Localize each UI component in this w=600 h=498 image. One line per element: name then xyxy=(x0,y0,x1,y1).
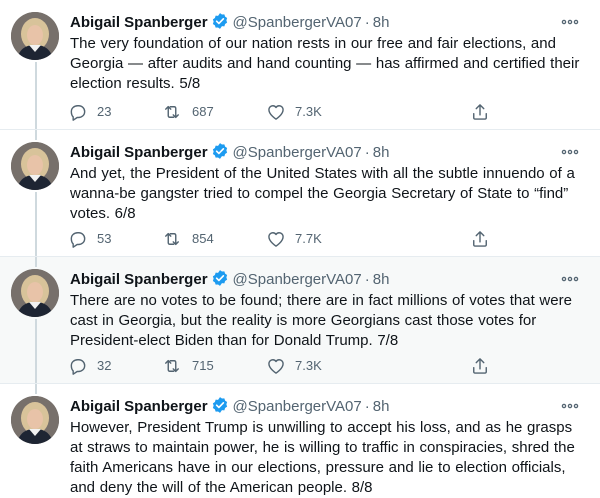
like-count: 7.7K xyxy=(295,231,322,246)
reply-button[interactable]: 53 xyxy=(68,228,111,250)
retweet-count: 715 xyxy=(192,358,214,373)
tweet[interactable]: Abigail Spanberger @SpanbergerVA07 · 8h The… xyxy=(0,0,600,130)
thread-connector-line xyxy=(35,62,37,130)
tweet-header: Abigail Spanberger @SpanbergerVA07 · 8h xyxy=(70,142,588,162)
like-count: 7.3K xyxy=(295,104,322,119)
author-handle[interactable]: @SpanbergerVA07 xyxy=(233,14,362,31)
tweet-header: Abigail Spanberger @SpanbergerVA07 · 8h xyxy=(70,12,588,32)
reply-button[interactable]: 32 xyxy=(68,355,111,377)
more-icon[interactable] xyxy=(560,142,580,162)
retweet-count: 687 xyxy=(192,104,214,119)
reply-button[interactable]: 23 xyxy=(68,101,111,123)
thread-connector-line xyxy=(35,192,37,257)
tweet-text: However, President Trump is unwilling to… xyxy=(70,419,575,496)
tweet-actions: 23 687 7.3K xyxy=(68,101,508,123)
tweet-text: And yet, the President of the United Sta… xyxy=(70,165,575,222)
reply-icon xyxy=(70,105,86,121)
avatar[interactable] xyxy=(11,269,59,317)
author-name[interactable]: Abigail Spanberger xyxy=(70,398,208,415)
more-icon[interactable] xyxy=(560,269,580,289)
author-name[interactable]: Abigail Spanberger xyxy=(70,271,208,288)
verified-badge-icon xyxy=(211,142,229,166)
timestamp[interactable]: 8h xyxy=(373,14,390,31)
author-handle[interactable]: @SpanbergerVA07 xyxy=(233,398,362,415)
verified-badge-icon xyxy=(211,269,229,293)
author-name[interactable]: Abigail Spanberger xyxy=(70,144,208,161)
separator-dot: · xyxy=(364,144,370,161)
avatar-image xyxy=(11,396,59,444)
share-button[interactable] xyxy=(470,101,490,123)
avatar-image xyxy=(11,142,59,190)
like-button[interactable]: 7.3K xyxy=(266,101,322,123)
tweet-text: There are no votes to be found; there ar… xyxy=(70,292,572,349)
separator-dot: · xyxy=(364,271,370,288)
avatar[interactable] xyxy=(11,396,59,444)
thread-connector-line xyxy=(35,257,37,267)
retweet-button[interactable]: 715 xyxy=(161,355,214,377)
tweet[interactable]: Abigail Spanberger @SpanbergerVA07 · 8h How… xyxy=(0,384,600,498)
share-icon xyxy=(473,358,487,374)
separator-dot: · xyxy=(364,398,370,415)
thread-connector-line xyxy=(35,319,37,384)
timestamp[interactable]: 8h xyxy=(373,144,390,161)
like-count: 7.3K xyxy=(295,358,322,373)
share-button[interactable] xyxy=(470,228,490,250)
author-handle[interactable]: @SpanbergerVA07 xyxy=(233,144,362,161)
like-button[interactable]: 7.7K xyxy=(266,228,322,250)
retweet-button[interactable]: 854 xyxy=(161,228,214,250)
thread-connector-line xyxy=(35,384,37,394)
tweet-thread: Abigail Spanberger @SpanbergerVA07 · 8h The… xyxy=(0,0,600,498)
avatar-image xyxy=(11,12,59,60)
share-button[interactable] xyxy=(470,355,490,377)
reply-count: 32 xyxy=(97,358,112,373)
timestamp[interactable]: 8h xyxy=(373,271,390,288)
share-icon xyxy=(473,104,487,120)
retweet-button[interactable]: 687 xyxy=(161,101,214,123)
avatar[interactable] xyxy=(11,12,59,60)
share-icon xyxy=(473,231,487,247)
tweet[interactable]: Abigail Spanberger @SpanbergerVA07 · 8h The… xyxy=(0,257,600,384)
tweet-actions: 53 854 7.7K xyxy=(68,228,508,250)
author-handle[interactable]: @SpanbergerVA07 xyxy=(233,271,362,288)
reply-count: 53 xyxy=(97,231,112,246)
heart-icon xyxy=(268,232,284,247)
tweet-actions: 32 715 7.3K xyxy=(68,355,508,377)
tweet-text: The very foundation of our nation rests … xyxy=(70,35,580,92)
more-icon[interactable] xyxy=(560,12,580,32)
reply-icon xyxy=(70,359,86,375)
retweet-count: 854 xyxy=(192,231,214,246)
tweet[interactable]: Abigail Spanberger @SpanbergerVA07 · 8h And… xyxy=(0,130,600,257)
like-button[interactable]: 7.3K xyxy=(266,355,322,377)
separator-dot: · xyxy=(364,14,370,31)
timestamp[interactable]: 8h xyxy=(373,398,390,415)
heart-icon xyxy=(268,359,284,374)
retweet-icon xyxy=(165,232,179,246)
tweet-header: Abigail Spanberger @SpanbergerVA07 · 8h xyxy=(70,396,588,416)
verified-badge-icon xyxy=(211,12,229,36)
reply-count: 23 xyxy=(97,104,112,119)
retweet-icon xyxy=(165,105,179,119)
more-icon[interactable] xyxy=(560,396,580,416)
reply-icon xyxy=(70,232,86,248)
tweet-header: Abigail Spanberger @SpanbergerVA07 · 8h xyxy=(70,269,588,289)
avatar[interactable] xyxy=(11,142,59,190)
retweet-icon xyxy=(165,359,179,373)
heart-icon xyxy=(268,105,284,120)
avatar-image xyxy=(11,269,59,317)
verified-badge-icon xyxy=(211,396,229,420)
author-name[interactable]: Abigail Spanberger xyxy=(70,14,208,31)
thread-connector-line xyxy=(35,130,37,140)
